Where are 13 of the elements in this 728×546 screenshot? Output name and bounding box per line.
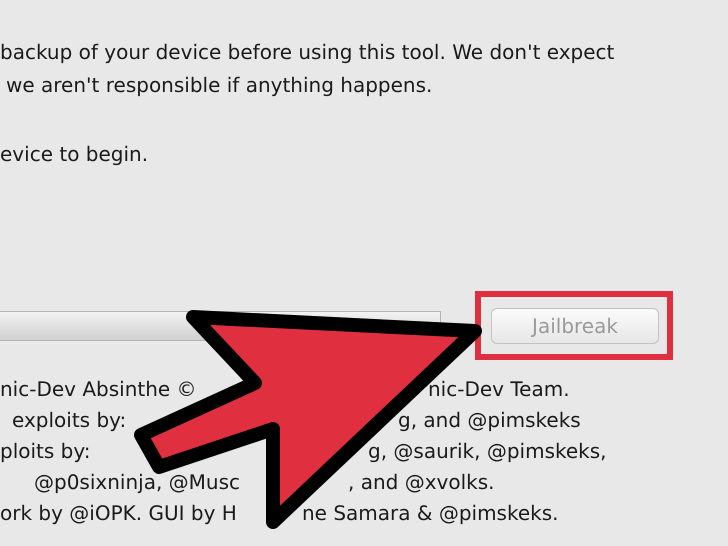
credit-text: ork by @iOPK. GUI by H [0,501,237,525]
credit-text: nic-Dev Absinthe © [0,377,197,401]
credit-text: g, and @pimskeks [398,407,581,434]
instruction-text: backup of your device before using this tool. We don't expect [0,39,616,66]
credit-text: nic-Dev Team. [428,376,570,403]
credit-text: ne Samara & @pimskeks. [302,500,559,527]
credit-text: exploits by: [12,408,126,432]
credit-text: g, @saurik, @pimskeks, [368,438,607,465]
credit-text: @p0sixninja, @Musc [34,470,240,494]
instruction-text: we aren't responsible if anything happens. [5,72,434,99]
credit-text: ploits by: [0,439,90,463]
instruction-text: evice to begin. [0,141,150,168]
credit-text: , and @xvolks. [348,469,495,496]
